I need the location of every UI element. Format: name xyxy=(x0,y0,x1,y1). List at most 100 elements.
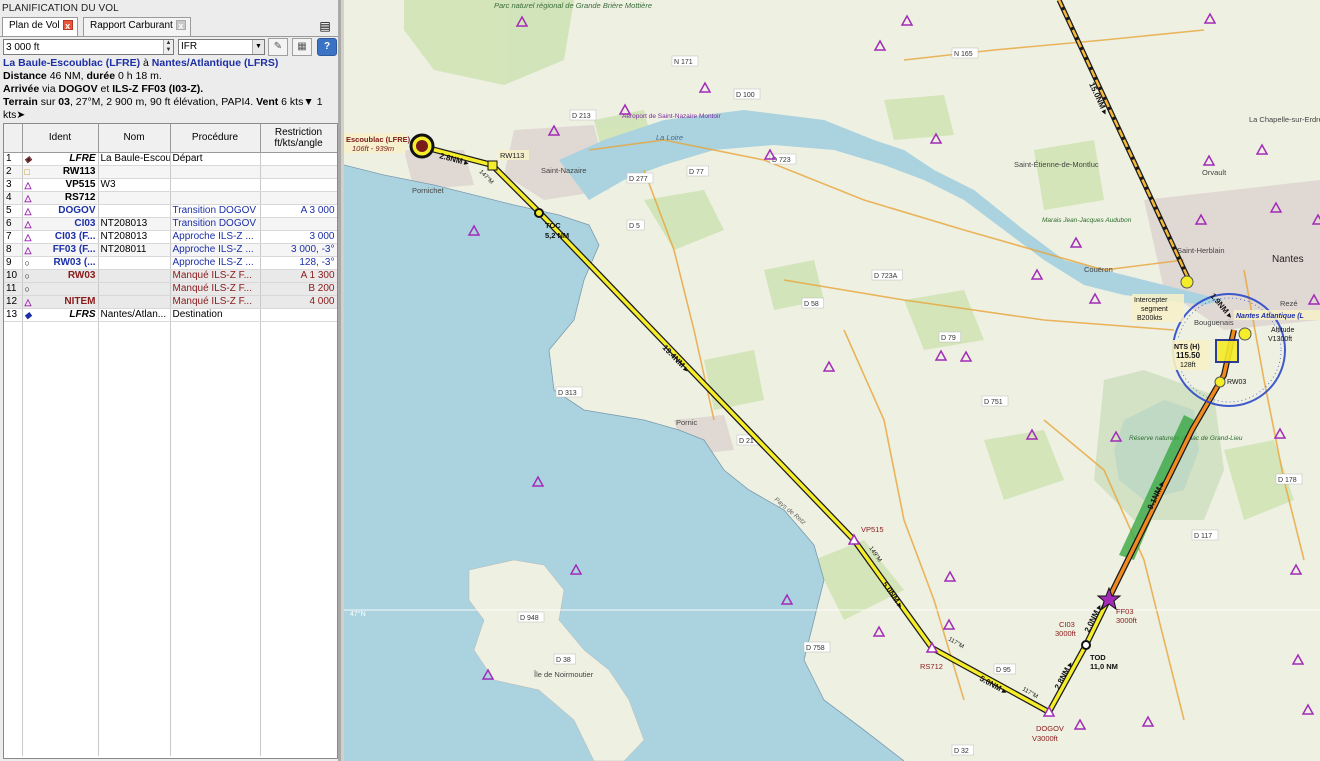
menu-icon[interactable]: ▤ xyxy=(314,18,336,35)
empty-cell xyxy=(260,704,337,718)
road-label: D 723A xyxy=(874,273,898,280)
row-ident: △ CI03 (F... xyxy=(22,230,99,244)
waypoint-type-icon: ◈ xyxy=(24,153,32,164)
empty-cell xyxy=(260,602,337,616)
cruise-altitude-input[interactable] xyxy=(3,39,174,55)
table-row[interactable]: 11 ○ Manqué ILS-Z F... B 200 xyxy=(4,282,337,296)
col-restriction[interactable]: Restriction ft/kts/angle xyxy=(260,124,337,153)
tab-fuel-report[interactable]: Rapport Carburant x xyxy=(83,17,191,36)
place-label-saint-nazaire: Saint-Nazaire xyxy=(541,166,586,175)
col-number[interactable] xyxy=(4,124,23,153)
waypoint-type-icon: △ xyxy=(24,218,32,229)
table-row[interactable]: 12 △ NITEM Manqué ILS-Z F... 4 000 xyxy=(4,295,337,309)
row-restriction xyxy=(260,178,337,192)
place-label-marais: Marais Jean-Jacques Audubon xyxy=(1042,217,1132,224)
table-row[interactable]: 10 ○ RW03 Manqué ILS-Z F... A 1 300 xyxy=(4,269,337,283)
arrival-airport[interactable]: Nantes/Atlantique (LFRS) xyxy=(152,57,279,69)
empty-cell xyxy=(170,640,261,654)
empty-cell xyxy=(22,384,99,398)
empty-cell xyxy=(4,359,23,373)
table-row[interactable]: 13 ◆ LFRS Nantes/Atlan... Destination xyxy=(4,308,337,322)
col-name[interactable]: Nom xyxy=(98,124,171,153)
empty-row xyxy=(4,717,337,731)
empty-cell xyxy=(4,589,23,603)
tab-flight-plan[interactable]: Plan de Vol x xyxy=(2,17,78,37)
place-label-saint-etienne: Saint-Étienne-de-Montluc xyxy=(1014,160,1099,169)
empty-cell xyxy=(260,628,337,641)
empty-row xyxy=(4,666,337,680)
altitude-spinner[interactable]: ▲ ▼ xyxy=(163,40,173,54)
road-label: D 32 xyxy=(954,748,969,755)
altitude-label: Altitude xyxy=(1271,327,1294,334)
dogov-alt-label: V3000ft xyxy=(1032,734,1059,743)
table-row[interactable]: 3 △ VP515 W3 xyxy=(4,178,337,192)
empty-cell xyxy=(260,743,337,757)
empty-cell xyxy=(170,525,261,539)
nts-vor-marker xyxy=(1215,339,1239,363)
empty-cell xyxy=(98,551,171,565)
empty-cell xyxy=(170,679,261,693)
empty-row xyxy=(4,384,337,398)
empty-cell xyxy=(4,474,23,488)
table-row[interactable]: 6 △ CI03 NT208013 Transition DOGOV xyxy=(4,217,337,231)
place-label-noirmoutier: Île de Noirmoutier xyxy=(533,670,594,679)
runway-prefix: sur xyxy=(40,96,56,108)
col-ident[interactable]: Ident xyxy=(22,124,99,153)
edit-button[interactable]: ✎ xyxy=(268,38,288,56)
empty-cell xyxy=(98,628,171,641)
row-ident: △ CI03 xyxy=(22,217,99,231)
ident-text: LFRS xyxy=(69,308,96,320)
empty-cell xyxy=(170,704,261,718)
empty-cell xyxy=(260,576,337,590)
empty-cell xyxy=(4,410,23,424)
row-name: Nantes/Atlan... xyxy=(98,308,171,322)
row-ident: △ NITEM xyxy=(22,295,99,309)
calendar-button[interactable]: ▦ xyxy=(292,38,312,56)
table-row[interactable]: 5 △ DOGOV Transition DOGOV A 3 000 xyxy=(4,204,337,218)
map-view[interactable]: 47°N Parc naturel régional de Grande Bri… xyxy=(344,0,1320,761)
empty-row xyxy=(4,359,337,373)
empty-row xyxy=(4,653,337,667)
table-row[interactable]: 4 △ RS712 xyxy=(4,191,337,205)
table-row[interactable]: 2 □ RW113 xyxy=(4,165,337,179)
table-row[interactable]: 1◈ LFRELa Baule-Escoubl...Départ xyxy=(4,152,337,166)
row-procedure: Approche ILS-Z ... xyxy=(170,256,261,270)
empty-cell xyxy=(98,576,171,590)
close-icon[interactable]: x xyxy=(62,20,73,31)
arrival-label: Arrivée xyxy=(3,83,40,95)
waypoint-type-icon: ○ xyxy=(24,283,30,294)
intercept-speed: B200kts xyxy=(1137,315,1163,322)
place-label-airport-saint-nazaire: Aéroport de Saint-Nazaire Montoir xyxy=(622,113,721,120)
empty-cell xyxy=(260,564,337,577)
table-row[interactable]: 8 △ FF03 (F... NT208011 Approche ILS-Z ... 3 … xyxy=(4,243,337,257)
road-label: D 58 xyxy=(804,301,819,308)
departure-airport[interactable]: La Baule-Escoublac (LFRE) xyxy=(3,57,140,69)
empty-cell xyxy=(260,692,337,705)
intercept-marker xyxy=(1180,275,1194,289)
empty-cell xyxy=(170,384,261,398)
table-row[interactable]: 9 ○ RW03 (... Approche ILS-Z ... 128, -3° xyxy=(4,256,337,270)
waypoint-type-icon: △ xyxy=(24,244,32,255)
empty-cell xyxy=(98,692,171,705)
empty-cell xyxy=(22,321,99,334)
close-icon[interactable]: x xyxy=(175,20,186,31)
empty-cell xyxy=(98,500,171,513)
empty-cell xyxy=(4,346,23,360)
empty-cell xyxy=(170,461,261,475)
help-button[interactable]: ? xyxy=(317,38,337,56)
row-name: La Baule-Escoubl... xyxy=(98,152,171,166)
empty-cell xyxy=(260,384,337,398)
empty-cell xyxy=(98,461,171,475)
col-procedure[interactable]: Procédure xyxy=(170,124,261,153)
row-procedure xyxy=(170,191,261,205)
empty-cell xyxy=(98,743,171,757)
empty-row xyxy=(4,730,337,744)
road-label: D 79 xyxy=(941,335,956,342)
empty-row xyxy=(4,397,337,411)
empty-row xyxy=(4,551,337,565)
empty-cell xyxy=(260,717,337,731)
empty-row xyxy=(4,474,337,488)
flight-rules-select[interactable]: IFR ▼ xyxy=(178,39,265,55)
table-row[interactable]: 7 △ CI03 (F... NT208013 Approche ILS-Z ... 3 … xyxy=(4,230,337,244)
empty-cell xyxy=(22,448,99,462)
